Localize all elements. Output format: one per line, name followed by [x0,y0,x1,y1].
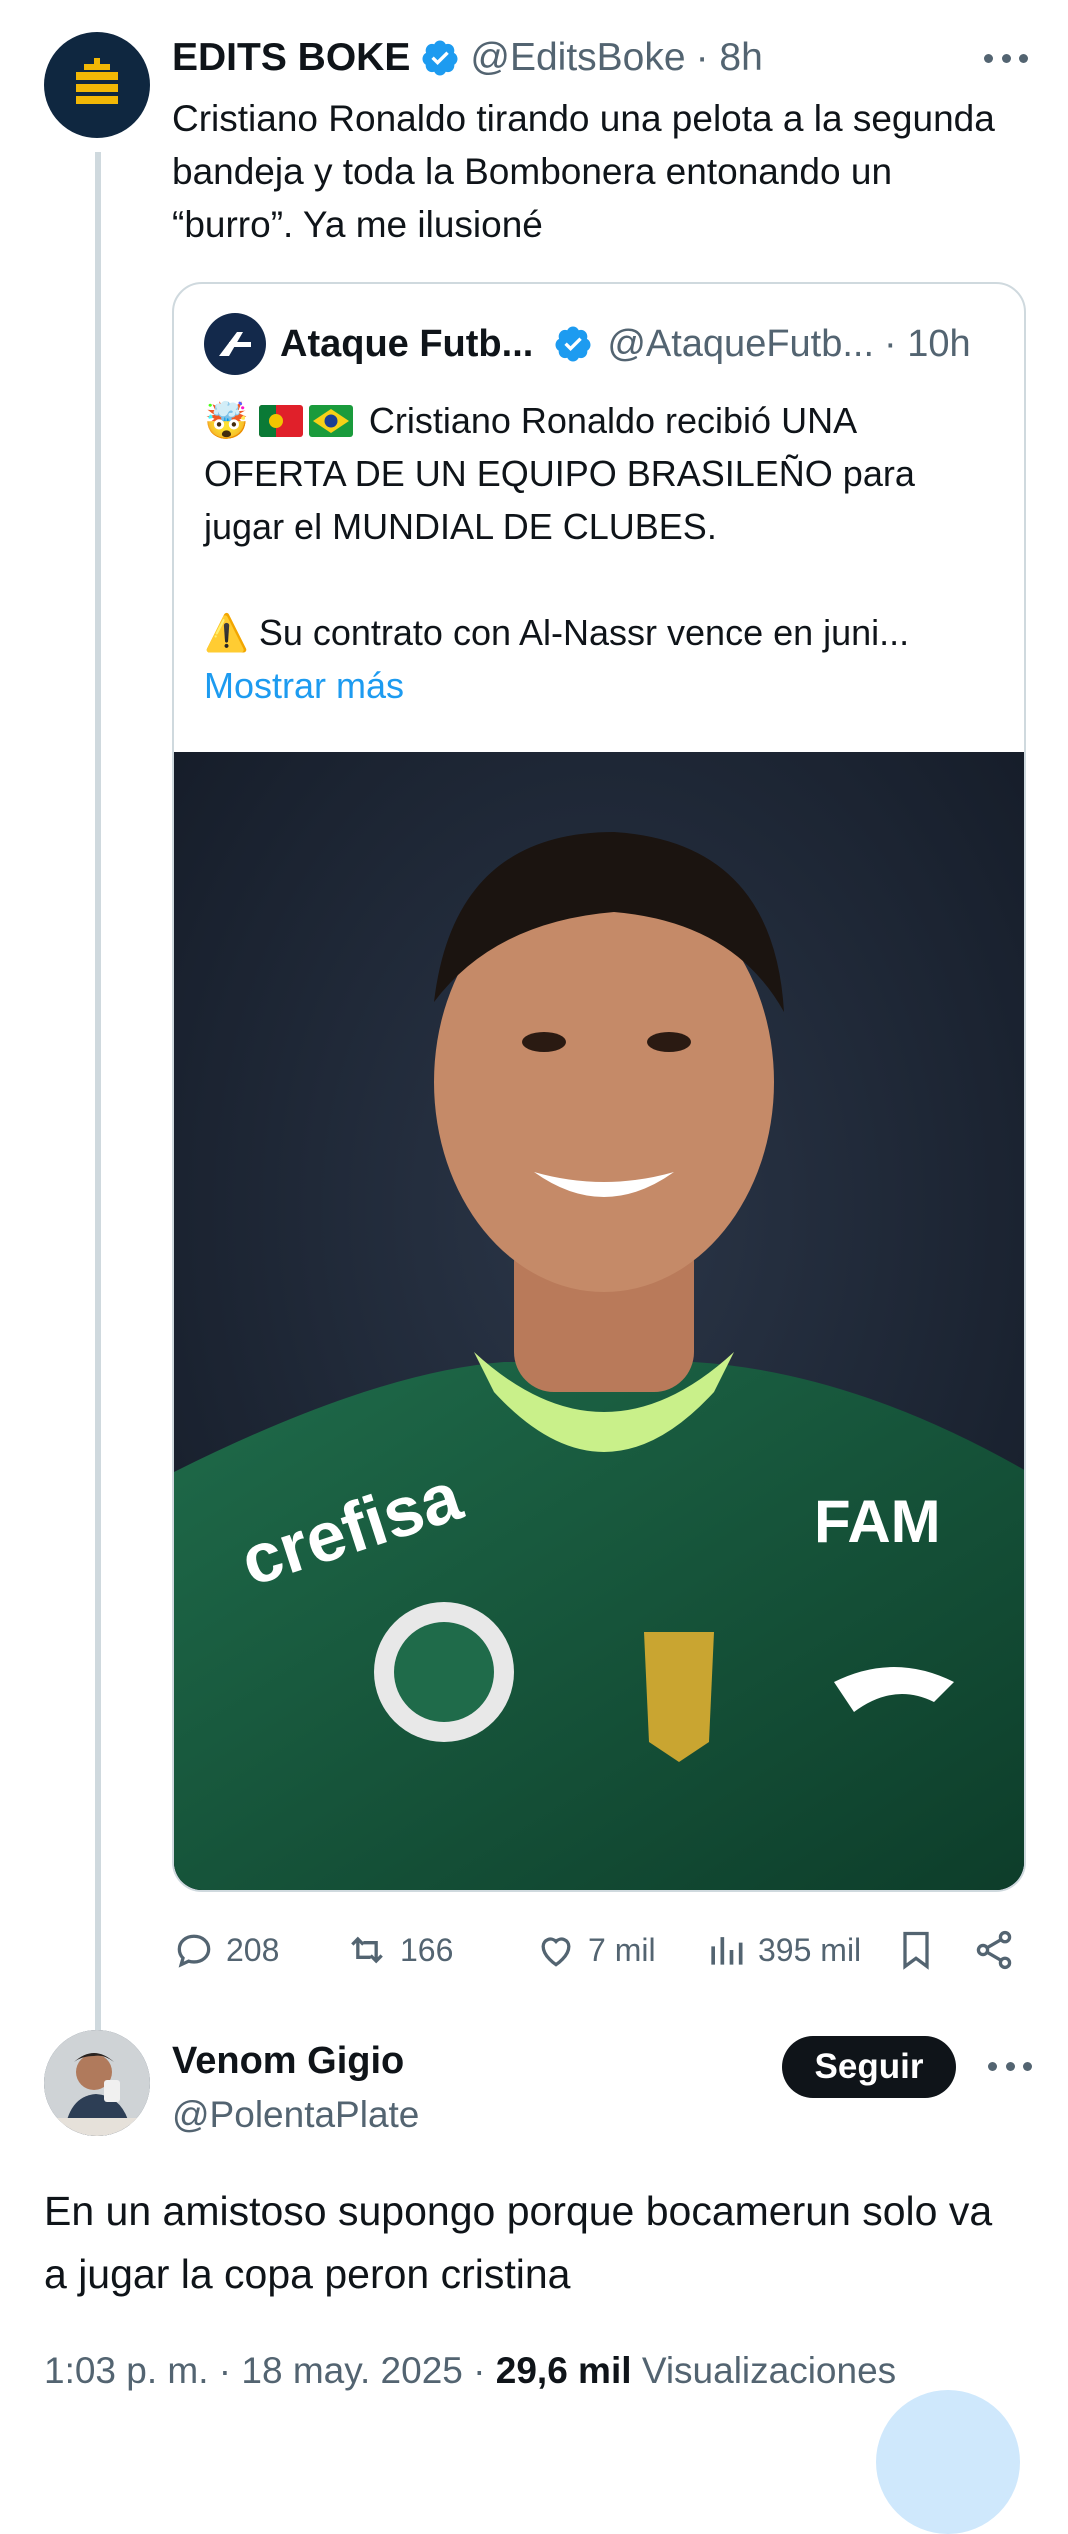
follow-button[interactable]: Seguir [782,2036,956,2098]
quoted-display-name: Ataque Futb... [280,322,534,365]
editsboke-avatar[interactable] [44,32,150,138]
views-count: 395 mil [758,1931,862,1968]
warning-emoji: ⚠️ [204,612,249,653]
reply-meta: 1:03 p. m. · 18 may. 2025 · 29,6 mil Vis… [44,2350,896,2392]
bombonera-logo-icon [76,58,118,104]
reply-count: 208 [226,1931,280,1968]
quoted-line-2: Su contrato con Al-Nassr vence en juni..… [258,612,910,653]
tweet-header: EDITS BOKE @EditsBoke · 8h [172,30,763,86]
quoted-tweet-card[interactable]: Ataque Futb... @AtaqueFutb... · 10h 🤯 Cr… [172,282,1026,1892]
compose-fab-button[interactable] [876,2390,1020,2534]
bookmark-icon[interactable] [894,1926,938,1974]
reply-handle[interactable]: @PolentaPlate [172,2094,419,2136]
brazil-flag-icon [308,405,353,437]
timestamp[interactable]: · 8h [696,36,763,80]
reply-icon [177,1934,211,1968]
quoted-tweet-text: 🤯 Cristiano Ronaldo recibió UNA OFERTA D… [204,394,1004,712]
share-icon[interactable] [972,1928,1016,1972]
action-bar: 208 166 7 mil 395 mil [172,1920,1032,1980]
handle[interactable]: @EditsBoke [470,36,685,80]
like-button[interactable]: 7 mil [534,1928,704,1972]
player-photo: crefisa FAM [174,752,1024,1890]
like-count: 7 mil [588,1931,656,1968]
retweet-count: 166 [400,1931,454,1968]
tweet-text: Cristiano Ronaldo tirando una pelota a l… [172,98,995,245]
verified-badge-icon [422,40,458,76]
views-button[interactable]: 395 mil [704,1928,894,1972]
quoted-handle: @AtaqueFutb... [607,322,875,365]
thread-line [95,152,101,2032]
reply-views-label: Visualizaciones [641,2350,897,2391]
show-more-link[interactable]: Mostrar más [204,665,404,706]
portugal-flag-icon [258,405,303,437]
reply-display-name[interactable]: Venom Gigio [172,2040,404,2083]
heart-icon [541,1937,571,1967]
avatar-photo [44,2030,150,2136]
venom-gigio-avatar[interactable] [44,2030,150,2136]
ataque-avatar [204,313,266,375]
display-name[interactable]: EDITS BOKE [172,36,410,80]
exploding-head-emoji: 🤯 [204,400,249,441]
quoted-timestamp: · 10h [884,322,971,365]
retweet-button[interactable]: 166 [344,1928,534,1972]
reply-button[interactable]: 208 [172,1928,294,1972]
reply-more-options-icon[interactable] [988,2056,1032,2076]
reply-views-count: 29,6 mil [495,2350,632,2391]
views-icon [711,1937,743,1965]
svg-text:FAM: FAM [814,1488,941,1555]
quoted-tweet-header: Ataque Futb... @AtaqueFutb... · 10h [204,313,971,375]
reply-timestamp[interactable]: 1:03 p. m. · 18 may. 2025 · [44,2350,485,2391]
verified-badge-icon [555,326,591,362]
reply-text: En un amistoso supongo porque bocamerun … [44,2188,993,2297]
more-options-icon[interactable] [984,48,1028,68]
retweet-icon [351,1936,383,1964]
ataque-logo-icon [219,332,251,356]
quoted-tweet-image[interactable]: crefisa FAM [174,752,1024,1890]
